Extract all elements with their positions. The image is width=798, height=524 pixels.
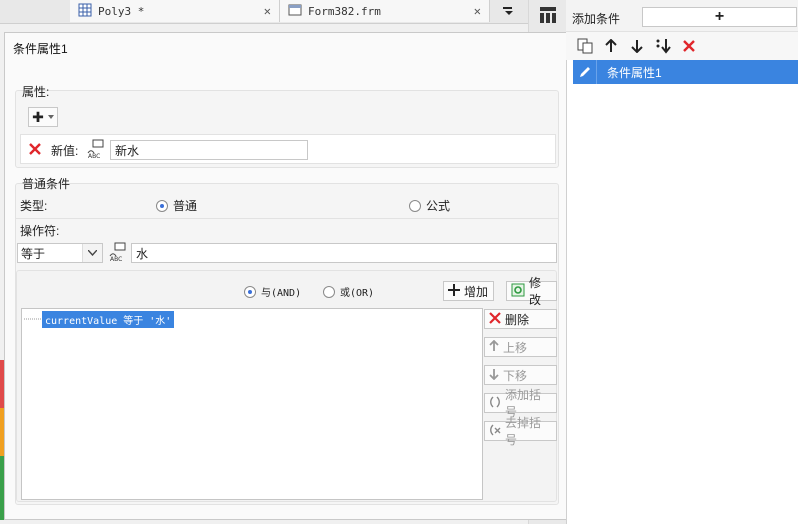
condition-header: 普通条件 [22,177,71,191]
plus-icon [448,283,460,299]
property-header: 属性: [22,85,50,99]
remove-bracket-icon [489,424,501,439]
delete-icon [489,311,501,327]
type-label: 类型: [20,199,48,213]
editor-tab-label: Form382.frm [308,4,381,18]
add-condition-button[interactable]: 增加 [443,281,494,301]
chevron-down-icon[interactable] [82,244,102,262]
plus-icon: ✚ [32,108,44,125]
condition-panel-toolbar [566,32,798,60]
radio-selected-icon [156,199,168,212]
move-down-label: 下移 [503,368,528,383]
condition-list-item-selected[interactable]: 条件属性1 [573,60,798,84]
add-condition-label: 增加 [464,284,489,299]
svg-text:ABC: ABC [88,153,100,159]
arrow-up-icon[interactable] [602,37,620,55]
abc-type-icon[interactable]: ABC [108,242,128,262]
delete-label: 删除 [505,312,530,327]
editor-tab-poly3[interactable]: Poly3 * ✕ [70,0,280,22]
radio-empty-icon [323,285,335,298]
move-to-bottom-icon[interactable] [654,37,672,55]
delete-property-icon[interactable] [26,140,44,158]
editor-tab-label: Poly3 * [98,4,145,18]
modify-gear-icon [511,283,525,300]
type-formula-label: 公式 [426,199,451,213]
radio-empty-icon [409,199,421,212]
radio-selected-icon [244,285,256,298]
remove-bracket-label: 去掉括号 [505,416,542,447]
type-normal-label: 普通 [173,199,198,213]
bracket-icon [489,396,501,411]
arrow-down-icon [489,368,499,383]
operator-label: 操作符: [20,224,60,238]
add-bracket-button[interactable]: 添加括号 [484,388,557,419]
new-value-label: 新值: [51,144,79,158]
move-down-button[interactable]: 下移 [484,365,557,385]
add-property-button[interactable]: ✚ [28,107,58,127]
copy-icon[interactable] [576,37,594,55]
delete-condition-icon[interactable] [680,37,698,55]
divider [16,218,558,219]
logic-and-label: 与(AND) [261,288,302,299]
dialog-title: 条件属性1 [13,42,68,56]
condition-list-item[interactable]: currentValue 等于 '水' [42,311,175,328]
new-value-input[interactable]: 新水 [110,140,308,160]
close-icon[interactable]: ✕ [474,4,481,18]
move-up-label: 上移 [503,340,528,355]
delete-button[interactable]: 删除 [484,309,557,329]
layout-grid-icon[interactable] [529,0,567,30]
operand-input[interactable]: 水 [131,243,557,263]
type-formula-radio[interactable]: 公式 [409,197,450,214]
editor-tab-form382[interactable]: Form382.frm ✕ [280,0,490,22]
logic-or-radio[interactable]: 或(OR) [323,284,374,299]
condition-list[interactable]: currentValue 等于 '水' [21,308,483,500]
condition-item-label: 条件属性1 [607,65,662,80]
type-normal-radio[interactable]: 普通 [156,197,197,214]
svg-text:ABC: ABC [110,256,122,262]
add-condition-panel-button[interactable]: + [642,7,797,27]
modify-condition-label: 修改 [529,276,542,307]
logic-and-radio[interactable]: 与(AND) [244,284,301,299]
form-window-icon [288,3,302,20]
close-icon[interactable]: ✕ [264,4,271,18]
tree-branch-icon [24,318,42,320]
abc-type-icon[interactable]: ABC [86,139,106,159]
remove-bracket-button[interactable]: 去掉括号 [484,416,557,447]
tab-overflow-icon[interactable] [490,0,528,22]
move-up-button[interactable]: 上移 [484,337,557,357]
chevron-down-icon [47,115,54,119]
form-grid-icon [78,3,92,20]
arrow-down-icon[interactable] [628,37,646,55]
modify-condition-button[interactable]: 修改 [506,276,557,307]
edit-pencil-icon [573,60,597,84]
operator-select[interactable]: 等于 [17,243,103,263]
arrow-up-icon [489,339,499,355]
logic-or-label: 或(OR) [340,288,375,299]
add-condition-panel-label: 添加条件 [572,12,621,26]
operator-value: 等于 [21,246,46,261]
